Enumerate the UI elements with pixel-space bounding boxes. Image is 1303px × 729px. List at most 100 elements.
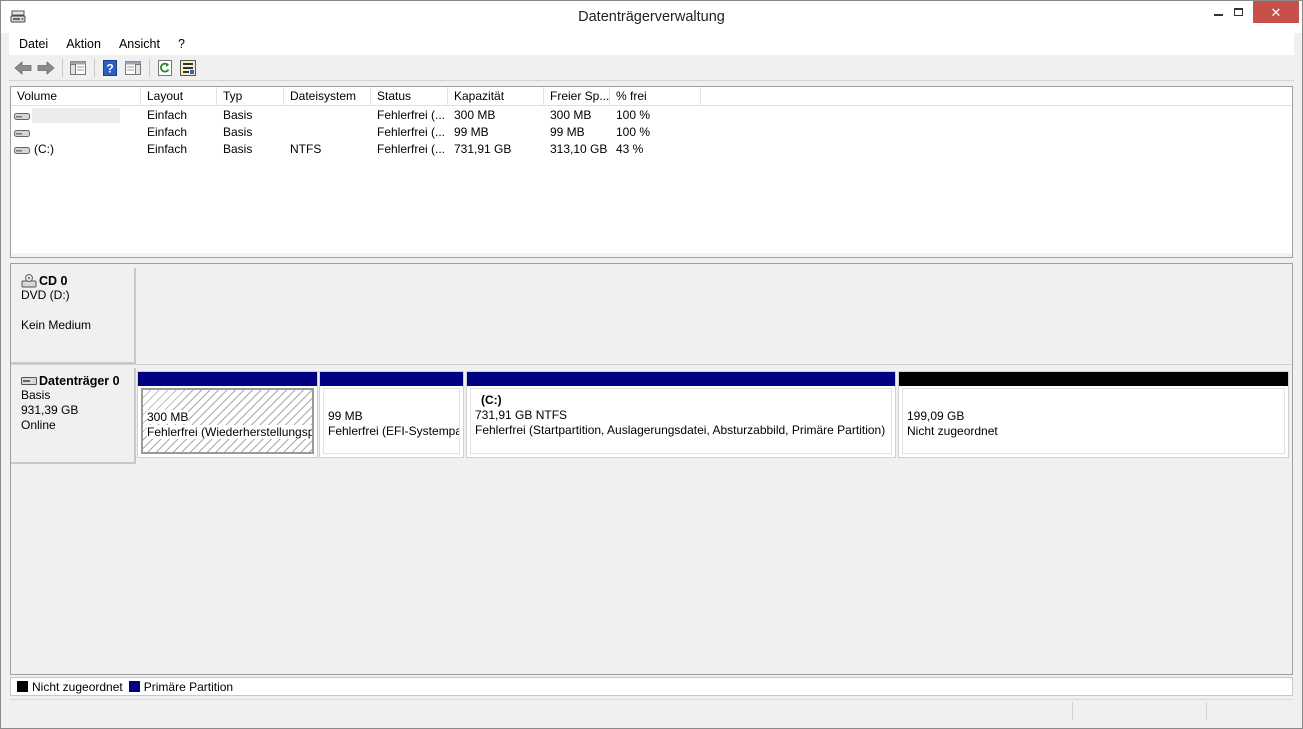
- show-hide-pane-button[interactable]: [122, 58, 144, 78]
- properties-icon: [180, 59, 196, 76]
- disk-name: CD 0: [21, 274, 134, 288]
- maximize-button[interactable]: [1225, 1, 1252, 23]
- toolbar-separator: [149, 58, 150, 77]
- toolbar-separator: [62, 58, 63, 77]
- disk-graphical-view[interactable]: CD 0 DVD (D:) Kein Medium Datenträger 0 …: [10, 263, 1293, 675]
- status-bar-divider: [1206, 702, 1207, 720]
- volume-cell: [11, 124, 141, 141]
- prozent-cell: 100 %: [616, 125, 651, 139]
- dateisystem-cell: [284, 107, 371, 124]
- column-header-typ[interactable]: Typ: [217, 87, 284, 106]
- disk-size: 931,39 GB: [21, 403, 79, 417]
- back-button[interactable]: [12, 58, 34, 78]
- legend: Nicht zugeordnet Primäre Partition: [10, 677, 1293, 696]
- typ-cell: Basis: [223, 125, 253, 139]
- cd-drive-icon: [21, 274, 37, 288]
- volume-list-header: Volume Layout Typ Dateisystem Status Kap…: [11, 87, 1292, 106]
- partition-efi[interactable]: 99 MB Fehlerfrei (EFI-Systempartition): [319, 371, 464, 458]
- volume-cell: (C:): [11, 141, 141, 158]
- column-header-layout[interactable]: Layout: [141, 87, 217, 106]
- disk-type: DVD (D:): [21, 288, 70, 302]
- status-cell: Fehlerfrei (...: [377, 142, 446, 156]
- volume-drive-icon: [14, 112, 30, 120]
- volume-list-scrollbar[interactable]: [11, 253, 1292, 257]
- refresh-button[interactable]: [154, 58, 176, 78]
- title-bar[interactable]: Datenträgerverwaltung ✕: [1, 1, 1302, 33]
- partition-status: Fehlerfrei (Wiederherstellungspartition): [147, 425, 312, 439]
- status-bar: [10, 699, 1293, 721]
- partition-size: 731,91 GB NTFS: [475, 408, 568, 422]
- forward-button[interactable]: [35, 58, 57, 78]
- legend-swatch-unallocated: [17, 681, 28, 692]
- partition-status: Fehlerfrei (EFI-Systempartition): [328, 424, 459, 438]
- typ-cell: Basis: [223, 108, 253, 122]
- dateisystem-cell: NTFS: [290, 142, 322, 156]
- table-row[interactable]: (C:) Einfach Basis NTFS Fehlerfrei (... …: [11, 141, 1292, 158]
- disk-management-window: Datenträgerverwaltung ✕ Datei Aktion Ans…: [0, 0, 1303, 729]
- disk-label-cd0[interactable]: CD 0 DVD (D:) Kein Medium: [11, 268, 136, 364]
- dateisystem-cell: [284, 124, 371, 141]
- disk-lane-disk0: 300 MB Fehlerfrei (Wiederherstellungspar…: [136, 371, 1292, 461]
- column-header-kapazitaet[interactable]: Kapazität: [448, 87, 544, 106]
- refresh-icon: [158, 59, 172, 76]
- partition-c[interactable]: (C:) 731,91 GB NTFS Fehlerfrei (Startpar…: [466, 371, 896, 458]
- volume-list[interactable]: Volume Layout Typ Dateisystem Status Kap…: [10, 86, 1293, 258]
- close-button[interactable]: ✕: [1253, 1, 1299, 23]
- kapazitaet-cell: 300 MB: [454, 108, 496, 122]
- disk-name-text: CD 0: [39, 274, 68, 288]
- partition-unallocated[interactable]: 199,09 GB Nicht zugeordnet: [898, 371, 1289, 458]
- disk-label-disk0[interactable]: Datenträger 0 Basis 931,39 GB Online: [11, 368, 136, 464]
- console-tree-icon: [70, 60, 86, 75]
- kapazitaet-cell: 731,91 GB: [454, 142, 512, 156]
- column-header-volume[interactable]: Volume: [11, 87, 141, 106]
- column-header-dateisystem[interactable]: Dateisystem: [284, 87, 371, 106]
- typ-cell: Basis: [223, 142, 253, 156]
- back-arrow-icon: [14, 60, 32, 75]
- partition-size: 300 MB: [147, 410, 189, 424]
- table-row[interactable]: Einfach Basis Fehlerfrei (... 300 MB 300…: [11, 107, 1292, 124]
- layout-cell: Einfach: [147, 142, 188, 156]
- column-header-freier-speicher[interactable]: Freier Sp...: [544, 87, 610, 106]
- frei-cell: 313,10 GB: [550, 142, 608, 156]
- menu-help[interactable]: ?: [168, 37, 193, 51]
- svg-text:?: ?: [106, 61, 113, 75]
- console-tree-button[interactable]: [67, 58, 89, 78]
- menu-aktion[interactable]: Aktion: [56, 37, 109, 51]
- menu-bar: Datei Aktion Ansicht ?: [9, 33, 1294, 55]
- toolbar-separator: [94, 58, 95, 77]
- table-row[interactable]: Einfach Basis Fehlerfrei (... 99 MB 99 M…: [11, 124, 1292, 141]
- volume-drive-icon: [14, 146, 30, 154]
- partition-recovery[interactable]: 300 MB Fehlerfrei (Wiederherstellungspar…: [137, 371, 318, 458]
- disk-separator: [11, 364, 1292, 365]
- status-cell: Fehlerfrei (...: [377, 125, 446, 139]
- column-header-prozent-frei[interactable]: % frei: [610, 87, 701, 106]
- partition-type-bar: [899, 372, 1288, 386]
- status-cell: Fehlerfrei (...: [377, 108, 446, 122]
- partition-body: (C:) 731,91 GB NTFS Fehlerfrei (Startpar…: [470, 388, 892, 454]
- disk-name-text: Datenträger 0: [39, 374, 120, 388]
- hard-disk-icon: [21, 377, 37, 385]
- layout-cell: Einfach: [147, 108, 188, 122]
- partition-size: 99 MB: [328, 409, 363, 423]
- help-button[interactable]: ?: [99, 58, 121, 78]
- menu-datei[interactable]: Datei: [9, 37, 56, 51]
- show-hide-pane-icon: [125, 60, 141, 75]
- frei-cell: 300 MB: [550, 108, 592, 122]
- partition-body: 199,09 GB Nicht zugeordnet: [902, 388, 1285, 454]
- volume-drive-icon: [14, 129, 30, 137]
- partition-status: Fehlerfrei (Startpartition, Auslagerungs…: [475, 423, 886, 437]
- column-header-status[interactable]: Status: [371, 87, 448, 106]
- kapazitaet-cell: 99 MB: [454, 125, 489, 139]
- partition-name: (C:): [481, 393, 502, 407]
- volume-name: [32, 108, 120, 123]
- volume-name: (C:): [34, 142, 54, 156]
- menu-ansicht[interactable]: Ansicht: [109, 37, 168, 51]
- disk-lane-cd0: [136, 268, 1292, 364]
- partition-body: 300 MB Fehlerfrei (Wiederherstellungspar…: [141, 388, 314, 454]
- partition-body: 99 MB Fehlerfrei (EFI-Systempartition): [323, 388, 460, 454]
- properties-button[interactable]: [177, 58, 199, 78]
- forward-arrow-icon: [37, 60, 55, 75]
- legend-label-primary: Primäre Partition: [143, 679, 234, 694]
- partition-size: 199,09 GB: [907, 409, 965, 423]
- partition-type-bar: [320, 372, 463, 386]
